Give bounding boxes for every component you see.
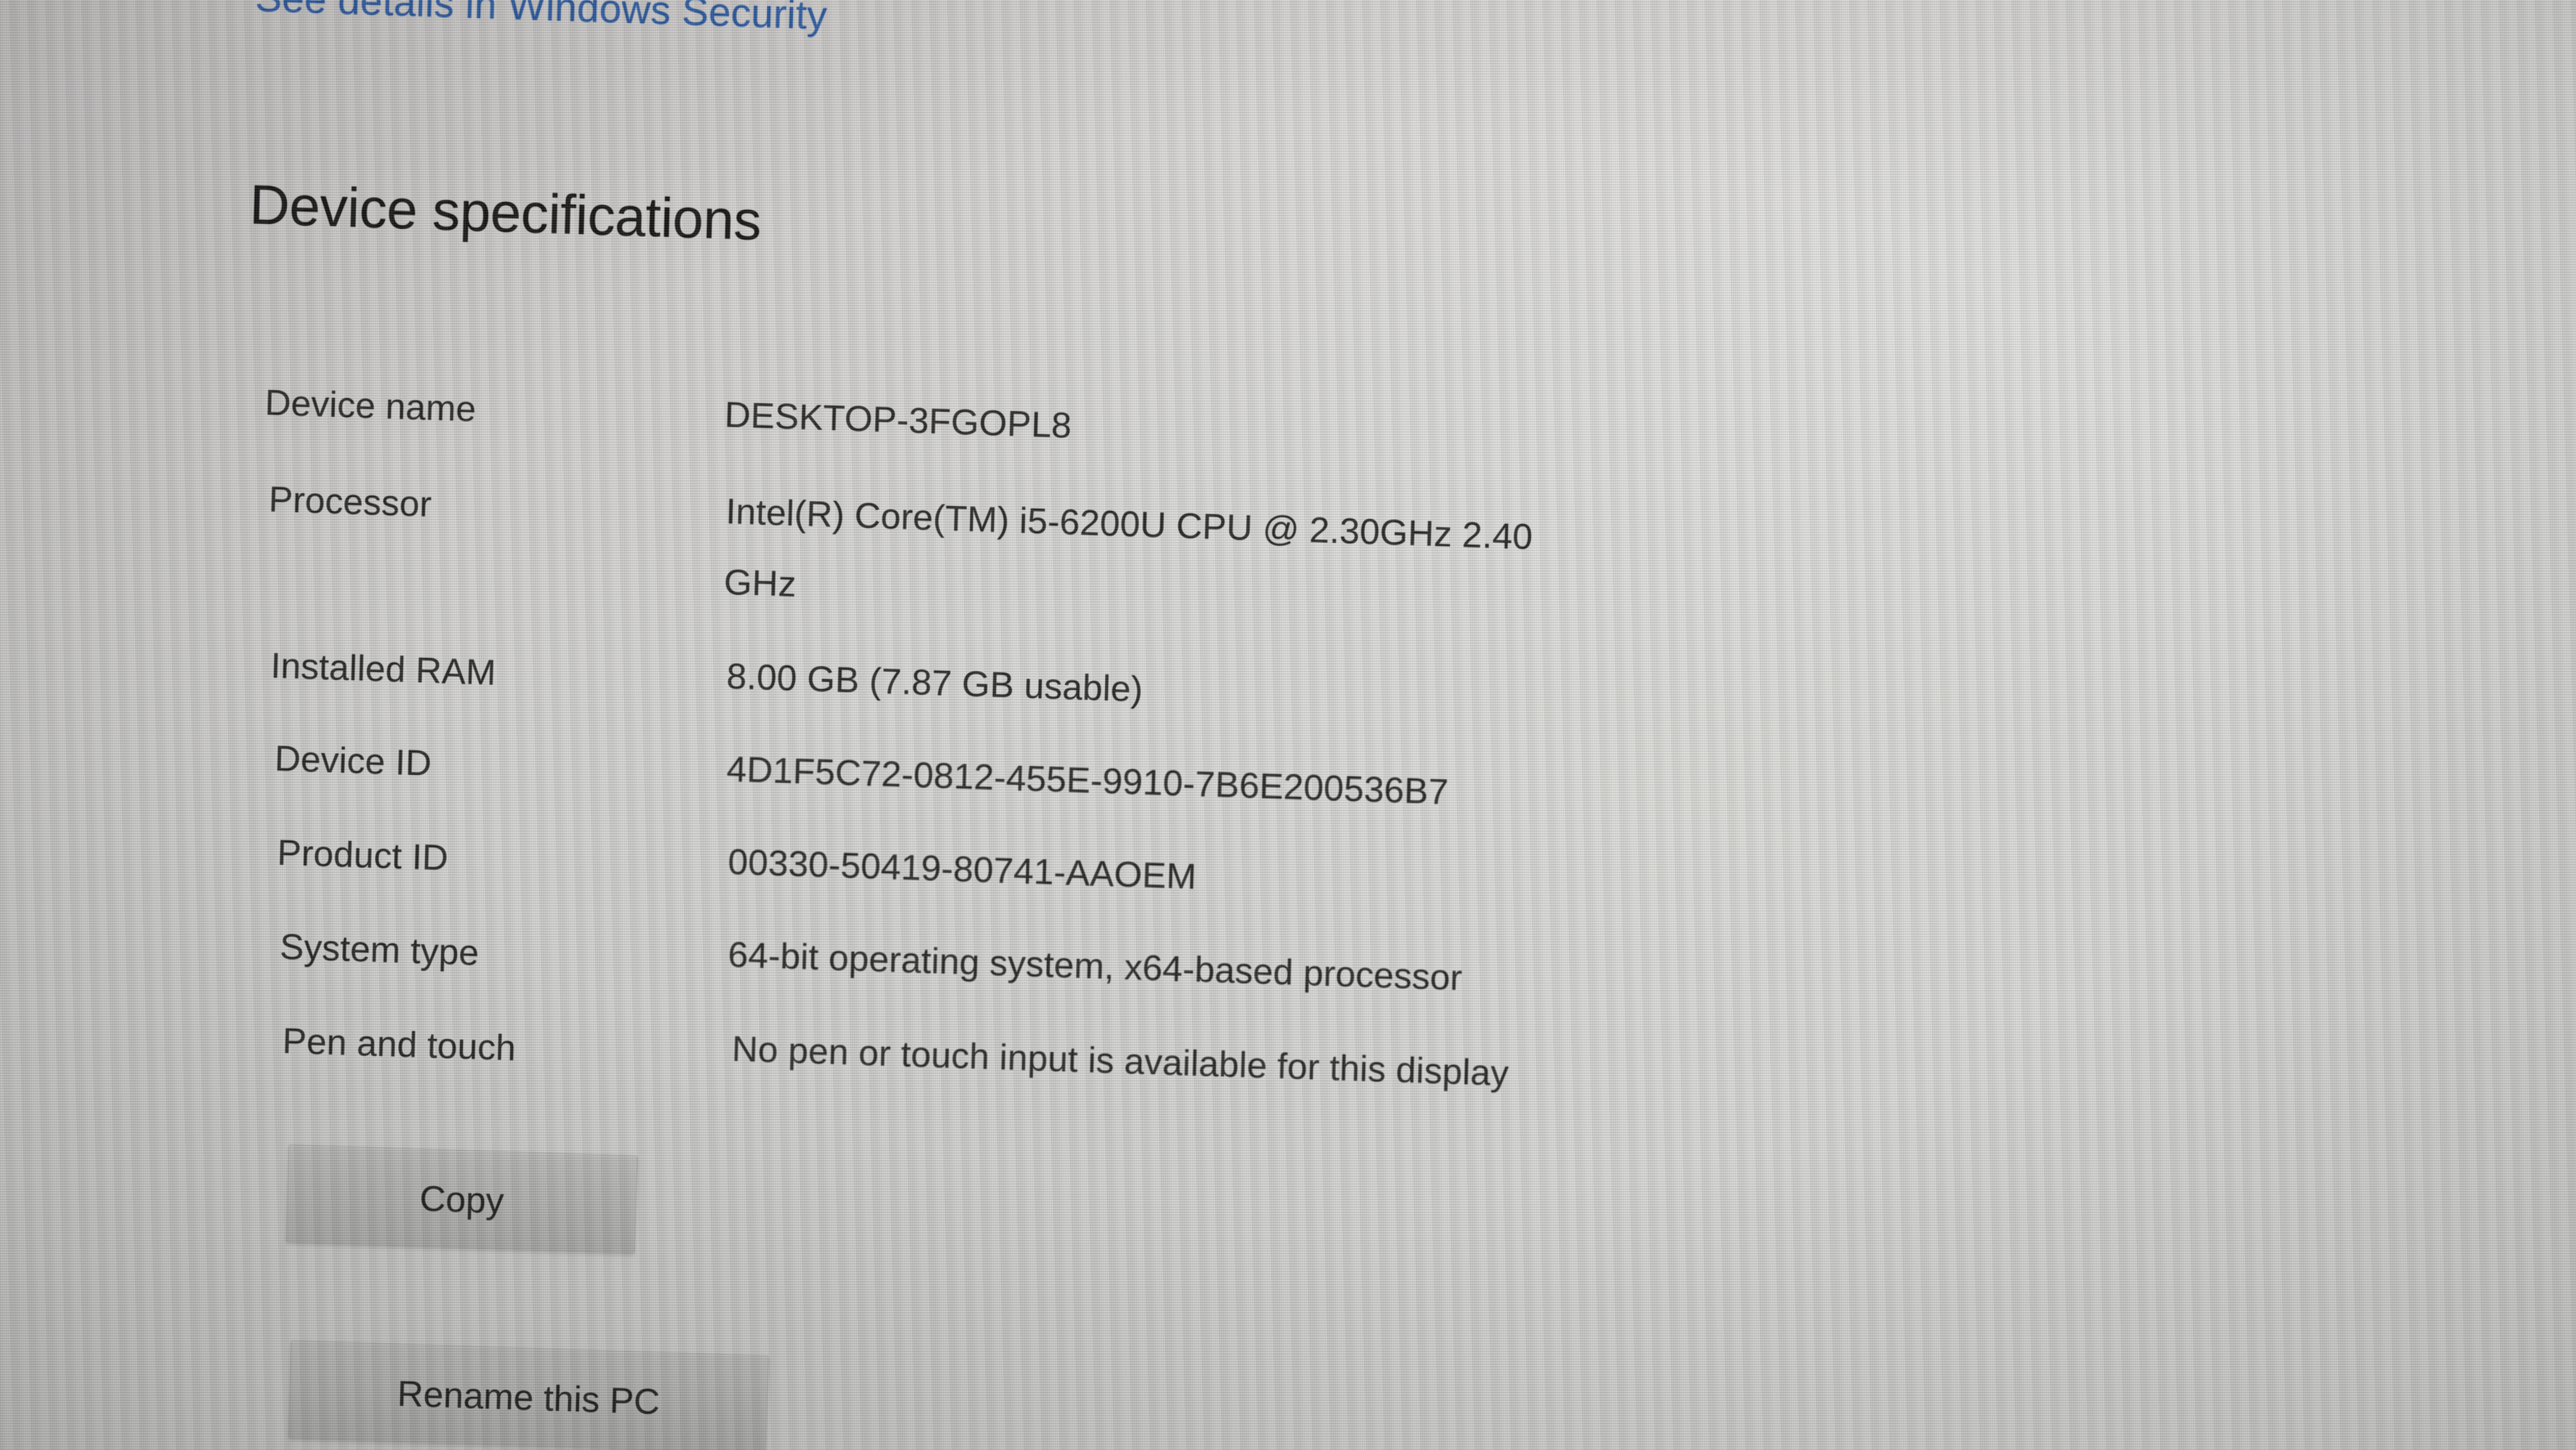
settings-about-screen-photo: See details in Windows Security Device s… xyxy=(0,0,2576,1450)
spec-value-pen-and-touch: No pen or touch input is available for t… xyxy=(731,1028,1510,1094)
device-specifications-panel: See details in Windows Security Device s… xyxy=(0,0,2576,1450)
spec-label-processor: Processor xyxy=(268,478,433,525)
spec-value-processor-line2: GHz xyxy=(723,561,797,605)
rename-this-pc-button[interactable]: Rename this PC xyxy=(288,1340,769,1450)
spec-label-system-type: System type xyxy=(279,926,480,973)
spec-value-device-name: DESKTOP-3FGOPL8 xyxy=(724,393,1072,446)
spec-label-device-name: Device name xyxy=(264,381,477,429)
device-specifications-heading: Device specifications xyxy=(249,174,762,252)
spec-value-device-id: 4D1F5C72-0812-455E-9910-7B6E200536B7 xyxy=(726,748,1449,812)
windows-security-details-link[interactable]: See details in Windows Security xyxy=(254,0,828,39)
spec-value-system-type: 64-bit operating system, x64-based proce… xyxy=(727,934,1463,998)
spec-value-product-id: 00330-50419-80741-AAOEM xyxy=(727,841,1197,897)
spec-label-product-id: Product ID xyxy=(276,831,449,878)
spec-label-installed-ram: Installed RAM xyxy=(270,645,497,693)
copy-button[interactable]: Copy xyxy=(286,1144,638,1254)
spec-label-device-id: Device ID xyxy=(274,737,432,784)
spec-label-pen-and-touch: Pen and touch xyxy=(281,1020,516,1068)
spec-value-installed-ram: 8.00 GB (7.87 GB usable) xyxy=(726,655,1144,710)
spec-value-processor: Intel(R) Core(TM) i5-6200U CPU @ 2.30GHz… xyxy=(725,490,1533,557)
copy-button-label: Copy xyxy=(419,1177,505,1221)
rename-this-pc-button-label: Rename this PC xyxy=(397,1372,661,1422)
